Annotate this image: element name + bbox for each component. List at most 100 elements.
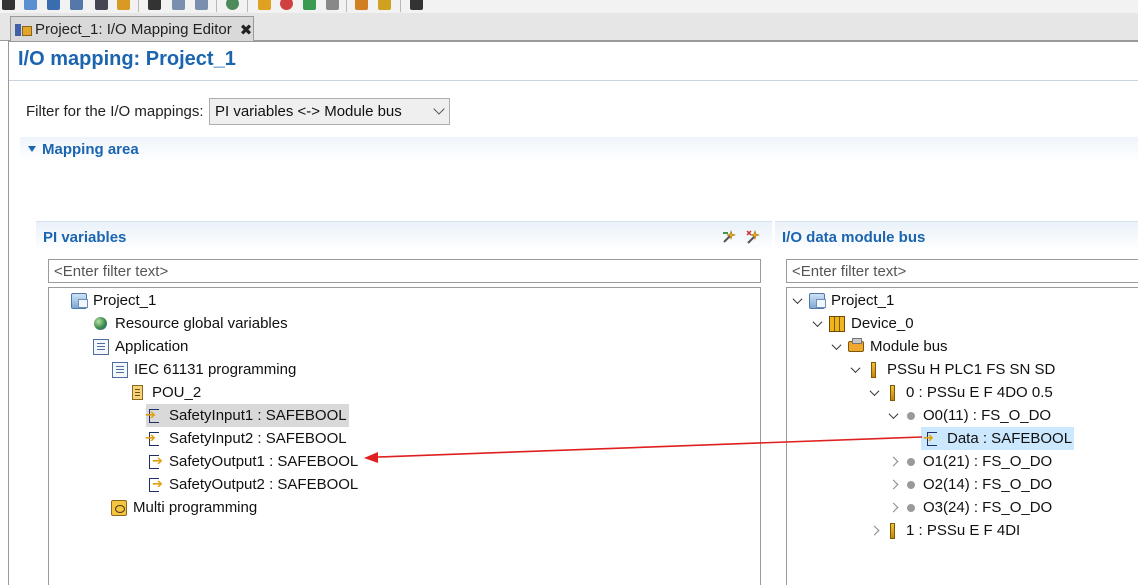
tree-item-resource-global-variables[interactable]: Resource global variables bbox=[93, 312, 290, 335]
main-toolbar bbox=[0, 0, 1138, 13]
project-icon bbox=[71, 292, 88, 309]
pi-variables-panel: PI variables Project_1 Resource global v… bbox=[36, 221, 772, 585]
chevron-down-icon[interactable] bbox=[811, 318, 823, 330]
toolbar-icon-3[interactable] bbox=[47, 0, 60, 10]
toolbar-icon-7[interactable] bbox=[148, 0, 161, 10]
tree-item-safety-output-1[interactable]: SafetyOutput1 : SAFEBOOL bbox=[146, 450, 360, 473]
tree-item-iec-61131[interactable]: IEC 61131 programming bbox=[112, 358, 298, 381]
toolbar-separator bbox=[138, 0, 139, 12]
channel-dot-icon bbox=[907, 457, 915, 466]
toolbar-icon-4[interactable] bbox=[70, 0, 83, 10]
io-data-tree: Project_1 Device_0 Module bus PSSu H PLC… bbox=[786, 287, 1138, 585]
pi-variables-title: PI variables bbox=[43, 229, 127, 246]
module-bus-icon bbox=[848, 338, 864, 352]
chevron-right-icon[interactable] bbox=[887, 479, 899, 491]
title-divider bbox=[9, 80, 1138, 81]
tree-item-safety-input-1[interactable]: SafetyInput1 : SAFEBOOL bbox=[145, 404, 349, 427]
tab-io-mapping-editor[interactable]: Project_1: I/O Mapping Editor ✖ bbox=[10, 16, 254, 42]
editor-tab-bar: Project_1: I/O Mapping Editor ✖ bbox=[0, 13, 1138, 42]
remove-mapping-icon[interactable] bbox=[746, 229, 762, 245]
pi-variables-header: PI variables bbox=[36, 221, 772, 251]
io-module-icon bbox=[890, 522, 895, 539]
tree-item-safety-output-2[interactable]: SafetyOutput2 : SAFEBOOL bbox=[146, 473, 360, 496]
tree-item-pou[interactable]: POU_2 bbox=[130, 381, 203, 404]
output-variable-icon bbox=[149, 476, 163, 492]
io-data-title: I/O data module bus bbox=[782, 229, 926, 246]
pi-variables-tree: Project_1 Resource global variables Appl… bbox=[48, 287, 761, 585]
pou-icon bbox=[132, 385, 143, 400]
application-icon bbox=[93, 338, 109, 355]
channel-dot-icon bbox=[907, 411, 915, 420]
io-module-icon bbox=[890, 384, 895, 401]
tree-item-safety-input-2[interactable]: SafetyInput2 : SAFEBOOL bbox=[145, 427, 349, 450]
chevron-right-icon[interactable] bbox=[887, 502, 899, 514]
toolbar-separator bbox=[216, 0, 217, 12]
channel-dot-icon bbox=[907, 503, 915, 512]
tree-item-o0[interactable]: O0(11) : FS_O_DO bbox=[887, 404, 1053, 427]
toolbar-icon-8[interactable] bbox=[172, 0, 185, 10]
toolbar-globe-icon[interactable] bbox=[226, 0, 239, 10]
iec-programming-icon bbox=[112, 361, 128, 378]
pi-variables-filter-input[interactable] bbox=[48, 259, 761, 283]
input-variable-icon bbox=[923, 430, 937, 446]
input-variable-icon bbox=[145, 407, 159, 423]
io-data-module-bus-panel: I/O data module bus Project_1 Device_0 M… bbox=[775, 221, 1138, 585]
plc-module-icon bbox=[871, 361, 876, 378]
globe-icon bbox=[94, 317, 107, 330]
chevron-down-icon[interactable] bbox=[887, 410, 899, 422]
mapping-filter-value: PI variables <-> Module bus bbox=[215, 103, 402, 120]
chevron-down-icon[interactable] bbox=[868, 387, 880, 399]
toolbar-separator bbox=[247, 0, 248, 12]
toolbar-icon-15[interactable] bbox=[378, 0, 391, 10]
toolbar-icon-10[interactable] bbox=[258, 0, 271, 10]
tree-item-plc[interactable]: PSSu H PLC1 FS SN SD bbox=[849, 358, 1057, 381]
auto-map-icon[interactable] bbox=[722, 229, 738, 245]
io-data-header: I/O data module bus bbox=[775, 221, 1138, 251]
tree-item-application[interactable]: Application bbox=[93, 335, 190, 358]
device-icon bbox=[829, 315, 845, 332]
toolbar-icon-13[interactable] bbox=[326, 0, 339, 10]
tree-item-project[interactable]: Project_1 bbox=[791, 289, 896, 312]
mapping-area-title: Mapping area bbox=[42, 140, 139, 158]
filter-label: Filter for the I/O mappings: bbox=[26, 103, 204, 120]
project-icon bbox=[809, 292, 826, 309]
io-mapping-editor-icon bbox=[15, 23, 32, 37]
toolbar-icon-1[interactable] bbox=[2, 0, 15, 10]
toolbar-icon-14[interactable] bbox=[355, 0, 368, 10]
tree-item-module-1[interactable]: 1 : PSSu E F 4DI bbox=[868, 519, 1022, 542]
close-icon[interactable]: ✖ bbox=[240, 21, 253, 39]
toolbar-separator bbox=[346, 0, 347, 12]
toolbar-icon-16[interactable] bbox=[410, 0, 423, 10]
toolbar-icon-9[interactable] bbox=[195, 0, 208, 10]
tree-item-device[interactable]: Device_0 bbox=[811, 312, 916, 335]
multi-programming-icon bbox=[111, 499, 127, 516]
tree-item-data[interactable]: Data : SAFEBOOL bbox=[921, 427, 1075, 450]
tree-item-multi-programming[interactable]: Multi programming bbox=[111, 496, 259, 519]
output-variable-icon bbox=[149, 453, 163, 469]
toolbar-icon-12[interactable] bbox=[303, 0, 316, 10]
tab-title: Project_1: I/O Mapping Editor bbox=[35, 21, 232, 38]
tree-item-module-bus[interactable]: Module bus bbox=[830, 335, 950, 358]
channel-dot-icon bbox=[907, 480, 915, 489]
tree-item-project[interactable]: Project_1 bbox=[71, 289, 158, 312]
chevron-down-icon[interactable] bbox=[830, 341, 842, 353]
page-title: I/O mapping: Project_1 bbox=[18, 48, 236, 70]
tree-item-o3[interactable]: O3(24) : FS_O_DO bbox=[887, 496, 1054, 519]
tree-item-o2[interactable]: O2(14) : FS_O_DO bbox=[887, 473, 1054, 496]
mapping-filter-select[interactable]: PI variables <-> Module bus bbox=[209, 98, 450, 125]
chevron-down-icon[interactable] bbox=[791, 295, 803, 307]
mapping-area-section[interactable]: Mapping area bbox=[20, 137, 1138, 161]
tree-item-module-0[interactable]: 0 : PSSu E F 4DO 0.5 bbox=[868, 381, 1055, 404]
chevron-down-icon bbox=[433, 103, 445, 115]
chevron-right-icon[interactable] bbox=[887, 456, 899, 468]
toolbar-icon-2[interactable] bbox=[24, 0, 37, 10]
expand-triangle-icon[interactable] bbox=[28, 146, 36, 152]
toolbar-icon-11[interactable] bbox=[280, 0, 293, 10]
tree-item-o1[interactable]: O1(21) : FS_O_DO bbox=[887, 450, 1054, 473]
toolbar-separator bbox=[400, 0, 401, 12]
toolbar-icon-6[interactable] bbox=[117, 0, 130, 10]
io-data-filter-input[interactable] bbox=[786, 259, 1138, 283]
toolbar-icon-5[interactable] bbox=[95, 0, 108, 10]
chevron-right-icon[interactable] bbox=[868, 525, 880, 537]
chevron-down-icon[interactable] bbox=[849, 364, 861, 376]
